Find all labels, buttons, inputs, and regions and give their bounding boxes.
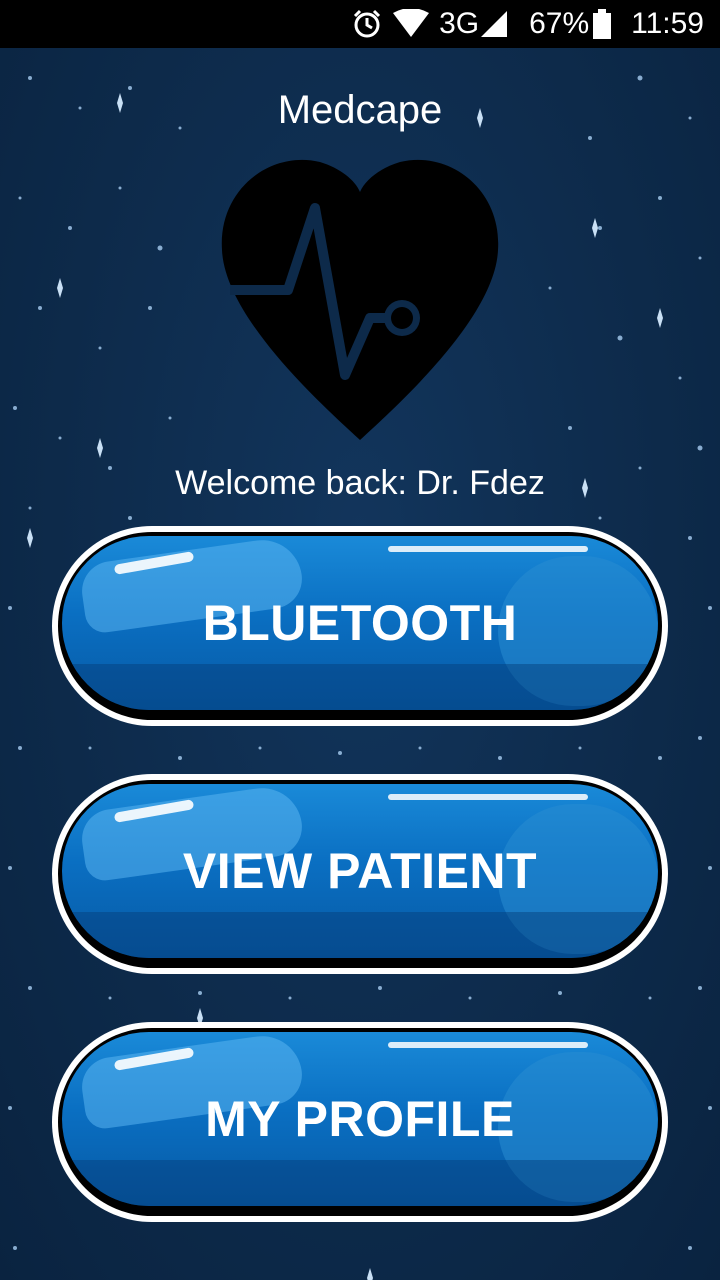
welcome-message: Welcome back: Dr. Fdez [175, 464, 545, 502]
battery-percent: 67% [529, 7, 590, 40]
my-profile-button[interactable]: MY PROFILE [52, 1022, 668, 1222]
wifi-icon [393, 9, 430, 39]
view-patient-button-border: VIEW PATIENT [58, 780, 662, 968]
bluetooth-button-label: BLUETOOTH [202, 595, 518, 651]
battery-icon [593, 9, 612, 39]
heart-pulse-icon [221, 159, 499, 440]
clock: 11:59 [631, 7, 704, 40]
view-patient-button-face: VIEW PATIENT [62, 784, 658, 958]
status-bar: 3G 67% 11:59 [0, 0, 720, 48]
view-patient-button[interactable]: VIEW PATIENT [52, 774, 668, 974]
bluetooth-button-border: BLUETOOTH [58, 532, 662, 720]
network-type: 3G [439, 7, 480, 40]
my-profile-button-label: MY PROFILE [205, 1091, 515, 1147]
signal-icon [481, 11, 508, 37]
alarm-icon [351, 8, 383, 40]
view-patient-button-label: VIEW PATIENT [182, 843, 538, 899]
app-background: Medcape Welcome back: Dr. Fdez BLUETOOTH… [0, 48, 720, 1280]
app-title: Medcape [277, 88, 443, 132]
bluetooth-button[interactable]: BLUETOOTH [52, 526, 668, 726]
my-profile-button-face: MY PROFILE [62, 1032, 658, 1206]
my-profile-button-border: MY PROFILE [58, 1028, 662, 1216]
bluetooth-button-face: BLUETOOTH [62, 536, 658, 710]
